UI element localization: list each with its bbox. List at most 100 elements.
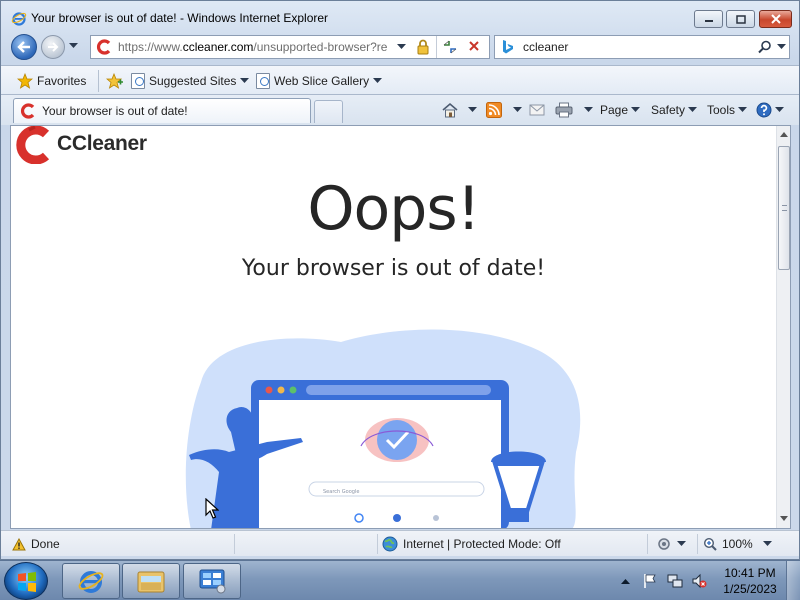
stop-icon[interactable] [466, 39, 482, 55]
stop-x-glyph [469, 41, 479, 51]
close-button[interactable] [759, 10, 792, 28]
web-slice-gallery-link[interactable]: Web Slice Gallery [256, 72, 383, 90]
page-menu-label: Page [600, 103, 629, 117]
ie-window: Your browser is out of date! - Windows I… [0, 0, 800, 560]
status-message: Done [12, 536, 60, 552]
tools-menu-label: Tools [707, 103, 736, 117]
scroll-down-button[interactable] [780, 514, 788, 523]
printer-icon [555, 102, 573, 118]
tools-menu[interactable]: Tools [707, 101, 748, 119]
help-menu[interactable] [756, 101, 784, 119]
search-icon[interactable] [757, 39, 773, 55]
compatibility-button[interactable] [656, 536, 686, 552]
chevron-down-icon [468, 107, 477, 112]
taskbar-windows-explorer[interactable] [122, 563, 180, 599]
zone-text: Internet | Protected Mode: Off [403, 537, 561, 551]
taskbar: 10:41 PM 1/25/2023 [0, 560, 800, 600]
search-provider-dropdown[interactable] [777, 42, 786, 52]
chevron-down-icon [69, 43, 78, 48]
scrollbar-thumb[interactable] [778, 146, 790, 270]
clock-date[interactable]: 1/25/2023 [718, 582, 782, 596]
chevron-down-icon [677, 541, 686, 546]
add-to-favorites-bar-button[interactable] [106, 72, 123, 90]
chevron-up-icon [621, 579, 630, 584]
chevron-down-icon [738, 107, 748, 112]
maximize-button[interactable] [726, 10, 755, 28]
status-separator [647, 534, 648, 554]
security-zone[interactable]: Internet | Protected Mode: Off [382, 536, 561, 552]
warning-icon [12, 537, 26, 550]
refresh-icon[interactable] [441, 39, 459, 55]
safety-menu-label: Safety [651, 103, 686, 117]
volume-icon[interactable] [691, 573, 707, 589]
url-host: ccleaner.com [182, 40, 254, 54]
back-button[interactable] [11, 34, 37, 60]
zoom-level: 100% [722, 537, 753, 551]
web-slice-gallery-label: Web Slice Gallery [274, 74, 370, 88]
new-tab-button[interactable] [314, 100, 343, 123]
zoom-button[interactable]: 100% [703, 536, 753, 552]
action-center-icon[interactable] [642, 573, 658, 589]
url-path: /unsupported-browser?re [253, 40, 388, 54]
minimize-button[interactable] [694, 10, 723, 28]
safety-menu[interactable]: Safety [651, 101, 698, 119]
add-favorite-star-icon [106, 73, 123, 89]
taskbar-internet-explorer[interactable] [62, 563, 120, 599]
recent-pages-dropdown[interactable] [69, 42, 79, 52]
zoom-dropdown[interactable] [763, 536, 772, 552]
status-bar: Done Internet | Protected Mode: Off 100% [1, 530, 799, 556]
tab-active[interactable]: Your browser is out of date! [13, 98, 311, 123]
show-hidden-icons-button[interactable] [621, 573, 630, 589]
chevron-down-icon [775, 107, 784, 112]
help-icon [756, 102, 772, 118]
favorites-separator [98, 70, 99, 92]
page-subheading: Your browser is out of date! [241, 256, 546, 281]
search-box[interactable]: ccleaner [494, 35, 790, 59]
chevron-down-icon [780, 516, 788, 521]
show-desktop-button[interactable] [786, 561, 800, 600]
lock-icon[interactable] [416, 39, 430, 55]
address-separator [436, 36, 437, 58]
bing-icon [503, 40, 513, 54]
favorites-button[interactable]: Favorites [17, 72, 86, 90]
scroll-up-button[interactable] [780, 130, 788, 139]
read-mail-button[interactable] [529, 101, 545, 119]
url-prefix: https://www. [118, 40, 183, 54]
web-page-icon [131, 73, 145, 89]
chevron-down-icon [777, 44, 786, 49]
internet-explorer-icon [78, 571, 104, 593]
ccleaner-logo-text[interactable]: CCleaner [57, 132, 147, 156]
suggested-sites-link[interactable]: Suggested Sites [131, 72, 250, 90]
page-menu[interactable]: Page [600, 101, 641, 119]
illustration-search-placeholder: Search Google [323, 489, 359, 495]
chevron-up-icon [780, 132, 788, 137]
feeds-button[interactable] [486, 101, 522, 119]
maximize-icon [735, 14, 746, 24]
taskbar-control-panel[interactable] [183, 563, 241, 599]
chevron-down-icon [397, 44, 406, 49]
speaker-muted-icon [692, 573, 707, 589]
start-button[interactable] [4, 562, 48, 600]
home-icon [442, 102, 458, 118]
chevron-down-icon [688, 107, 698, 112]
favorites-bar: Favorites Suggested Sites Web Slice Gall… [1, 65, 799, 95]
title-bar: Your browser is out of date! - Windows I… [1, 1, 799, 35]
address-bar[interactable]: https://www.ccleaner.com/unsupported-bro… [90, 35, 490, 59]
chevron-down-icon [631, 107, 641, 112]
control-panel-icon [199, 569, 226, 594]
home-button[interactable] [441, 101, 477, 119]
clock-time[interactable]: 10:41 PM [718, 566, 782, 580]
mouse-cursor-icon [205, 498, 219, 519]
network-icon[interactable] [667, 573, 683, 589]
print-button[interactable] [555, 101, 593, 119]
address-dropdown[interactable] [397, 42, 406, 52]
search-query[interactable]: ccleaner [523, 40, 568, 54]
forward-arrow-icon [48, 42, 59, 52]
back-arrow-icon [17, 41, 30, 53]
favorites-label: Favorites [37, 74, 87, 88]
network-icon-glyph [667, 574, 683, 588]
forward-button[interactable] [41, 35, 65, 59]
address-url[interactable]: https://www.ccleaner.com/unsupported-bro… [118, 40, 396, 54]
ccleaner-logo-icon[interactable] [13, 126, 55, 164]
vertical-scrollbar[interactable] [776, 126, 790, 528]
